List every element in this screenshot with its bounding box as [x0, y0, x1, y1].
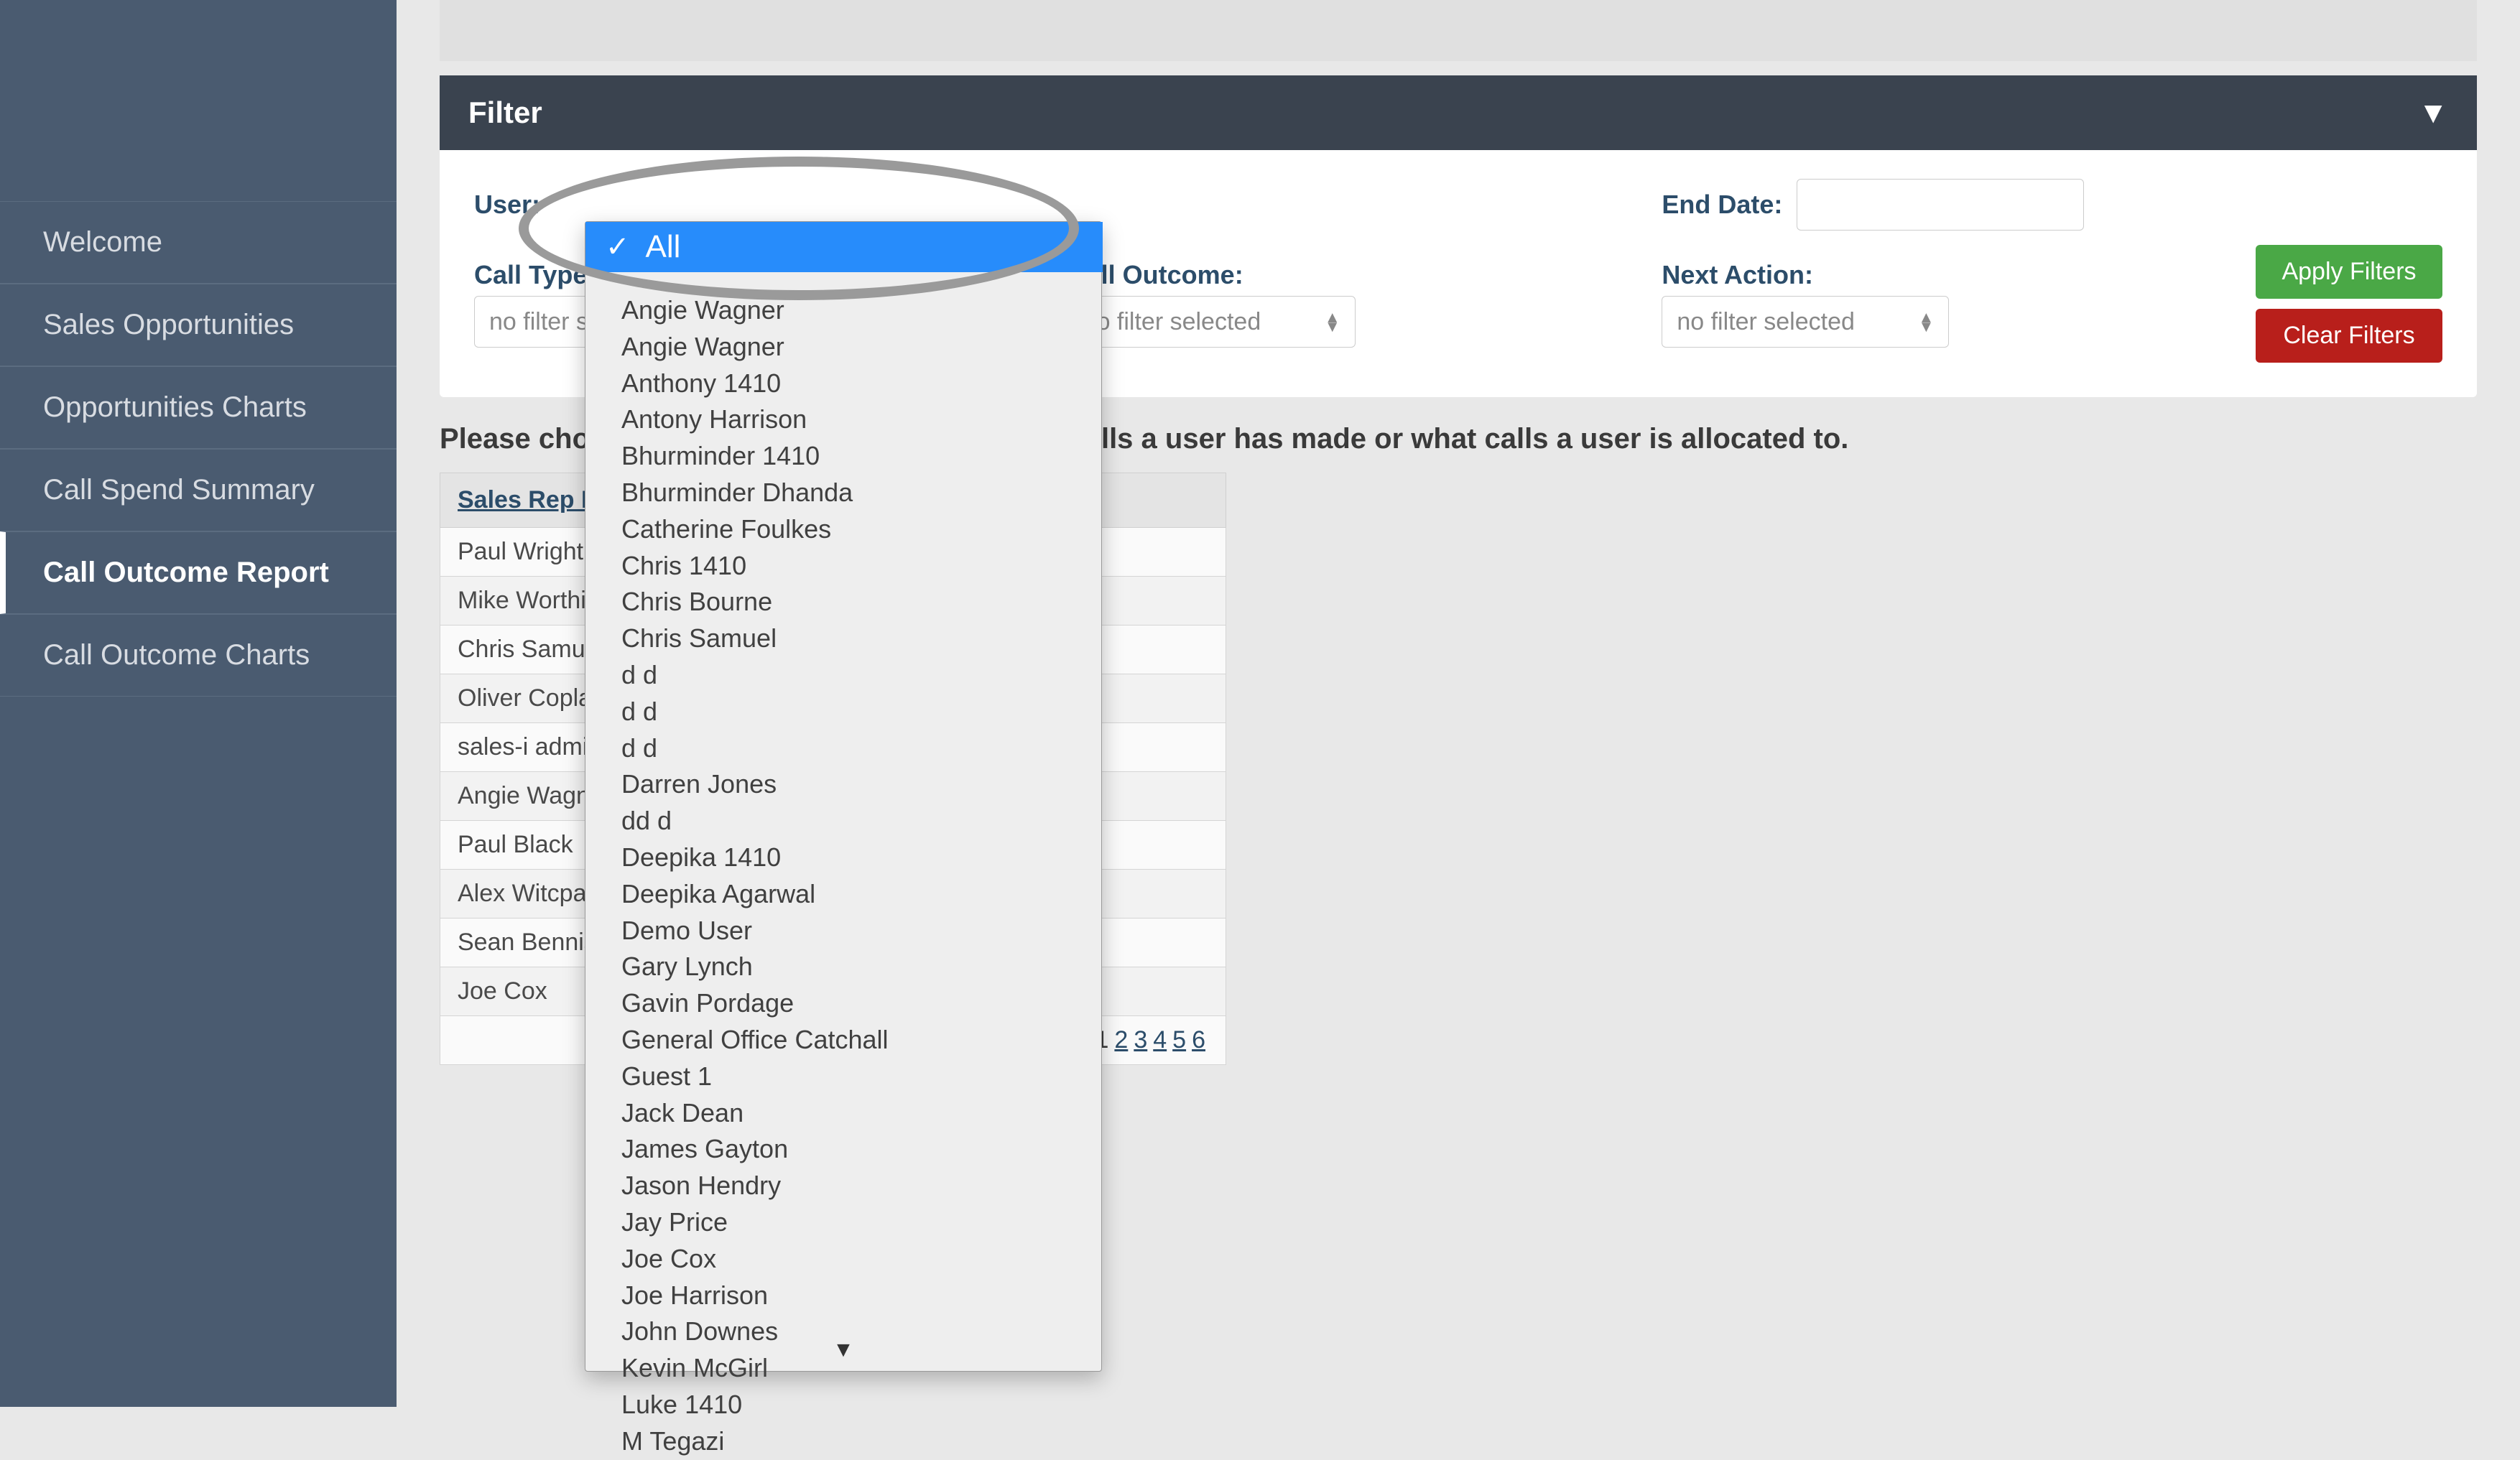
end-date-input[interactable] [1797, 179, 2084, 231]
user-option[interactable]: General Office Catchall [621, 1022, 1065, 1059]
user-option[interactable]: Anthony 1410 [621, 366, 1065, 402]
user-dropdown-selected-label: All [646, 229, 681, 265]
call-outcome-select[interactable]: no filter selected ▲▼ [1068, 296, 1356, 348]
user-option[interactable]: Chris Bourne [621, 584, 1065, 620]
filter-header[interactable]: Filter ▼ [440, 75, 2477, 150]
apply-filters-button[interactable]: Apply Filters [2256, 245, 2442, 299]
next-action-select[interactable]: no filter selected ▲▼ [1662, 296, 1949, 348]
page-4[interactable]: 4 [1153, 1026, 1167, 1054]
updown-icon: ▲▼ [1325, 312, 1340, 331]
page-5[interactable]: 5 [1172, 1026, 1186, 1054]
user-dropdown-list[interactable]: Angie WagnerAngie WagnerAnthony 1410Anto… [585, 272, 1101, 1335]
user-option[interactable]: Jack Dean [621, 1095, 1065, 1132]
user-option[interactable]: Demo User [621, 913, 1065, 949]
user-option[interactable]: Angie Wagner [621, 329, 1065, 366]
user-option[interactable]: Gavin Pordage [621, 985, 1065, 1022]
page-3[interactable]: 3 [1134, 1026, 1147, 1054]
next-action-label: Next Action: [1662, 260, 2221, 290]
user-dropdown-selected[interactable]: ✓ All [585, 222, 1103, 272]
check-icon: ✓ [606, 231, 630, 264]
app-root: WelcomeSales OpportunitiesOpportunities … [0, 0, 2520, 1407]
sidebar: WelcomeSales OpportunitiesOpportunities … [0, 0, 397, 1407]
user-option[interactable]: Chris Samuel [621, 620, 1065, 657]
call-outcome-label: Call Outcome: [1068, 260, 1628, 290]
topbar [440, 0, 2477, 61]
user-option[interactable]: Gary Lynch [621, 949, 1065, 985]
filter-title: Filter [468, 96, 542, 130]
updown-icon: ▲▼ [1919, 312, 1935, 331]
user-label: User: [474, 190, 540, 220]
user-option[interactable]: Deepika Agarwal [621, 876, 1065, 913]
next-action-value: no filter selected [1677, 308, 1855, 336]
page-6[interactable]: 6 [1192, 1026, 1205, 1054]
user-option[interactable]: Jason Hendry [621, 1168, 1065, 1204]
user-option[interactable]: Angie Wagner [621, 292, 1065, 329]
sidebar-item-call-outcome-report[interactable]: Call Outcome Report [0, 531, 397, 614]
user-option[interactable]: Chris 1410 [621, 548, 1065, 585]
user-dropdown[interactable]: ✓ All Angie WagnerAngie WagnerAnthony 14… [585, 221, 1102, 1372]
user-option[interactable]: Catherine Foulkes [621, 511, 1065, 548]
sidebar-item-sales-opportunities[interactable]: Sales Opportunities [0, 284, 397, 366]
user-option[interactable]: dd d [621, 803, 1065, 840]
end-date-label: End Date: [1662, 190, 1782, 220]
user-option[interactable]: Guest 1 [621, 1059, 1065, 1095]
sidebar-item-welcome[interactable]: Welcome [0, 201, 397, 284]
sidebar-item-call-outcome-charts[interactable]: Call Outcome Charts [0, 614, 397, 697]
user-option[interactable]: M Tegazi [621, 1423, 1065, 1460]
user-option[interactable]: d d [621, 730, 1065, 767]
user-option[interactable]: James Gayton [621, 1131, 1065, 1168]
user-option[interactable]: Darren Jones [621, 766, 1065, 803]
user-option[interactable]: Bhurminder 1410 [621, 438, 1065, 475]
user-option[interactable]: Jay Price [621, 1204, 1065, 1241]
user-option[interactable]: Joe Cox [621, 1241, 1065, 1278]
sidebar-item-call-spend-summary[interactable]: Call Spend Summary [0, 449, 397, 531]
user-option[interactable]: Antony Harrison [621, 401, 1065, 438]
user-option[interactable]: d d [621, 657, 1065, 694]
collapse-icon: ▼ [2418, 96, 2448, 130]
user-option[interactable]: Bhurminder Dhanda [621, 475, 1065, 511]
sidebar-item-opportunities-charts[interactable]: Opportunities Charts [0, 366, 397, 449]
page-2[interactable]: 2 [1114, 1026, 1128, 1054]
clear-filters-button[interactable]: Clear Filters [2256, 309, 2442, 363]
user-option[interactable]: Luke 1410 [621, 1387, 1065, 1423]
user-option[interactable]: Joe Harrison [621, 1278, 1065, 1314]
user-option[interactable]: d d [621, 694, 1065, 730]
call-outcome-value: no filter selected [1083, 308, 1261, 336]
user-option[interactable]: Deepika 1410 [621, 840, 1065, 876]
